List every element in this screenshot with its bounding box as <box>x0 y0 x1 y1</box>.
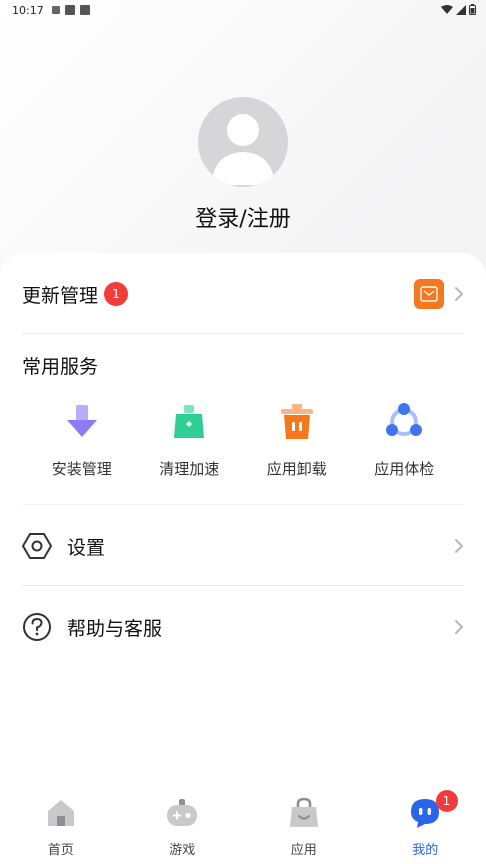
service-label: 应用体检 <box>374 460 435 478</box>
settings-hexagon-icon <box>22 533 52 559</box>
chevron-right-icon <box>455 287 464 301</box>
help-question-icon <box>23 613 51 641</box>
signal-icon <box>456 4 466 15</box>
nav-tab-home[interactable]: 首页 <box>0 782 122 864</box>
profile-header: 登录/注册 <box>0 97 486 233</box>
notification-icon <box>80 5 90 15</box>
update-management-row[interactable]: 更新管理 1 <box>22 279 464 309</box>
help-support-label: 帮助与客服 <box>67 617 163 640</box>
service-app-checkup[interactable]: 应用体检 <box>351 402 459 479</box>
system-icons <box>441 4 476 15</box>
update-app-icon <box>414 279 444 313</box>
gamepad-icon <box>167 799 198 826</box>
bag-icon <box>289 797 318 827</box>
settings-row[interactable]: 设置 <box>22 531 464 561</box>
default-avatar-icon <box>211 114 275 185</box>
nav-tab-games[interactable]: 游戏 <box>122 782 244 864</box>
uninstall-icon <box>280 404 313 439</box>
bottom-nav: 首页 游戏 应用 我的 1 <box>0 782 486 864</box>
install-icon <box>66 405 97 437</box>
service-app-uninstall[interactable]: 应用卸载 <box>243 402 351 479</box>
clean-icon <box>174 405 205 438</box>
checkup-icon <box>386 403 423 436</box>
divider <box>22 333 464 334</box>
nav-tab-apps[interactable]: 应用 <box>243 782 365 864</box>
service-clean-speedup[interactable]: 清理加速 <box>136 402 244 479</box>
service-label: 应用卸载 <box>266 460 327 478</box>
update-management-label: 更新管理 <box>22 284 99 307</box>
login-register-link[interactable]: 登录/注册 <box>0 201 486 233</box>
help-support-row[interactable]: 帮助与客服 <box>22 612 464 642</box>
status-time: 10:17 <box>12 4 44 17</box>
avatar[interactable] <box>198 97 288 187</box>
services-grid: 安装管理 清理加速 应用卸载 应用体检 <box>28 402 458 479</box>
chevron-right-icon <box>455 539 464 553</box>
nav-tab-mine[interactable]: 我的 1 <box>365 782 486 864</box>
chevron-right-icon <box>455 620 464 634</box>
divider <box>22 504 464 505</box>
divider <box>22 585 464 586</box>
nav-label: 我的 <box>412 843 439 858</box>
nav-label: 应用 <box>290 843 317 858</box>
status-bar: 10:17 <box>0 0 486 22</box>
common-services-header: 常用服务 <box>22 352 464 378</box>
service-label: 安装管理 <box>51 460 112 478</box>
mine-notification-badge: 1 <box>435 790 458 812</box>
home-icon <box>47 800 74 826</box>
settings-label: 设置 <box>67 536 106 559</box>
common-services-title: 常用服务 <box>22 355 99 378</box>
service-install-manage[interactable]: 安装管理 <box>28 402 136 479</box>
battery-icon <box>469 4 476 15</box>
service-label: 清理加速 <box>159 460 220 478</box>
update-count-badge: 1 <box>104 282 129 306</box>
notification-icons <box>52 5 90 15</box>
nav-label: 游戏 <box>169 843 196 858</box>
notification-icon <box>65 5 75 15</box>
notification-a-icon <box>52 6 60 14</box>
wifi-icon <box>441 4 453 14</box>
nav-label: 首页 <box>47 843 74 858</box>
